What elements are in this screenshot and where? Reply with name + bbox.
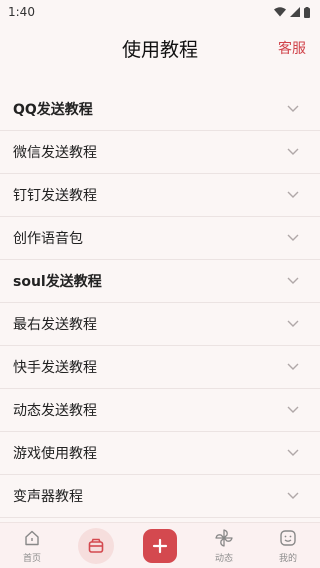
status-time: 1:40 (8, 5, 35, 19)
list-item[interactable]: 游戏使用教程 (0, 432, 320, 475)
list-item[interactable]: soul发送教程 (0, 260, 320, 303)
page-title: 使用教程 (121, 39, 198, 61)
tab-dynamic[interactable]: 动态 (192, 523, 256, 568)
plus-icon (152, 538, 168, 553)
chevron-down-icon (286, 145, 300, 159)
chevron-down-icon (286, 489, 300, 503)
chevron-down-icon (286, 231, 300, 245)
shop-icon (78, 527, 114, 564)
pinwheel-icon (213, 527, 235, 549)
list-item-label: 快手发送教程 (13, 360, 97, 376)
list-item[interactable]: 动态发送教程 (0, 389, 320, 432)
chevron-down-icon (286, 403, 300, 417)
tab-mine-label: 我的 (278, 554, 297, 564)
smiley-icon (277, 527, 299, 549)
chevron-down-icon (286, 360, 300, 374)
header: 使用教程 客服 (0, 24, 320, 72)
chevron-down-icon (286, 188, 300, 202)
tab-home-label: 首页 (22, 554, 41, 564)
tab-shop[interactable] (64, 523, 128, 568)
list-item-label: soul发送教程 (13, 274, 102, 290)
list-item-label: 创作语音包 (13, 231, 83, 247)
list-item[interactable]: 创作语音包 (0, 217, 320, 260)
list-item[interactable]: 最右发送教程 (0, 303, 320, 346)
customer-service-button[interactable]: 客服 (278, 38, 306, 58)
list-item-label: 最右发送教程 (13, 317, 97, 333)
bottom-tab-bar: 首页 动态 我的 (0, 522, 320, 568)
list-item[interactable]: 变声器教程 (0, 475, 320, 518)
chevron-down-icon (286, 274, 300, 288)
list-item[interactable]: 钉钉发送教程 (0, 174, 320, 217)
tab-home[interactable]: 首页 (0, 523, 64, 568)
chevron-down-icon (286, 317, 300, 331)
tab-mine[interactable]: 我的 (256, 523, 320, 568)
list-item-label: 微信发送教程 (13, 145, 97, 161)
battery-icon (304, 6, 310, 18)
tab-add[interactable] (128, 523, 192, 568)
status-icons (274, 6, 310, 18)
chevron-down-icon (286, 102, 300, 116)
cellular-icon (290, 7, 300, 17)
list-item[interactable]: 微信发送教程 (0, 131, 320, 174)
wifi-icon (274, 7, 286, 17)
chevron-down-icon (286, 446, 300, 460)
list-item-label: 钉钉发送教程 (13, 188, 97, 204)
list-item-label: 变声器教程 (13, 489, 83, 505)
tutorial-list: QQ发送教程 微信发送教程 钉钉发送教程 创作语音包 soul发送教程 最右发送… (0, 88, 320, 518)
list-item-label: 游戏使用教程 (13, 446, 97, 462)
list-item-label: 动态发送教程 (13, 403, 97, 419)
status-bar: 1:40 (0, 0, 320, 24)
tab-dynamic-label: 动态 (214, 554, 233, 564)
list-item[interactable]: 快手发送教程 (0, 346, 320, 389)
list-item-label: QQ发送教程 (13, 102, 93, 118)
home-icon (21, 527, 43, 549)
list-item[interactable]: QQ发送教程 (0, 88, 320, 131)
add-button[interactable] (143, 528, 177, 563)
